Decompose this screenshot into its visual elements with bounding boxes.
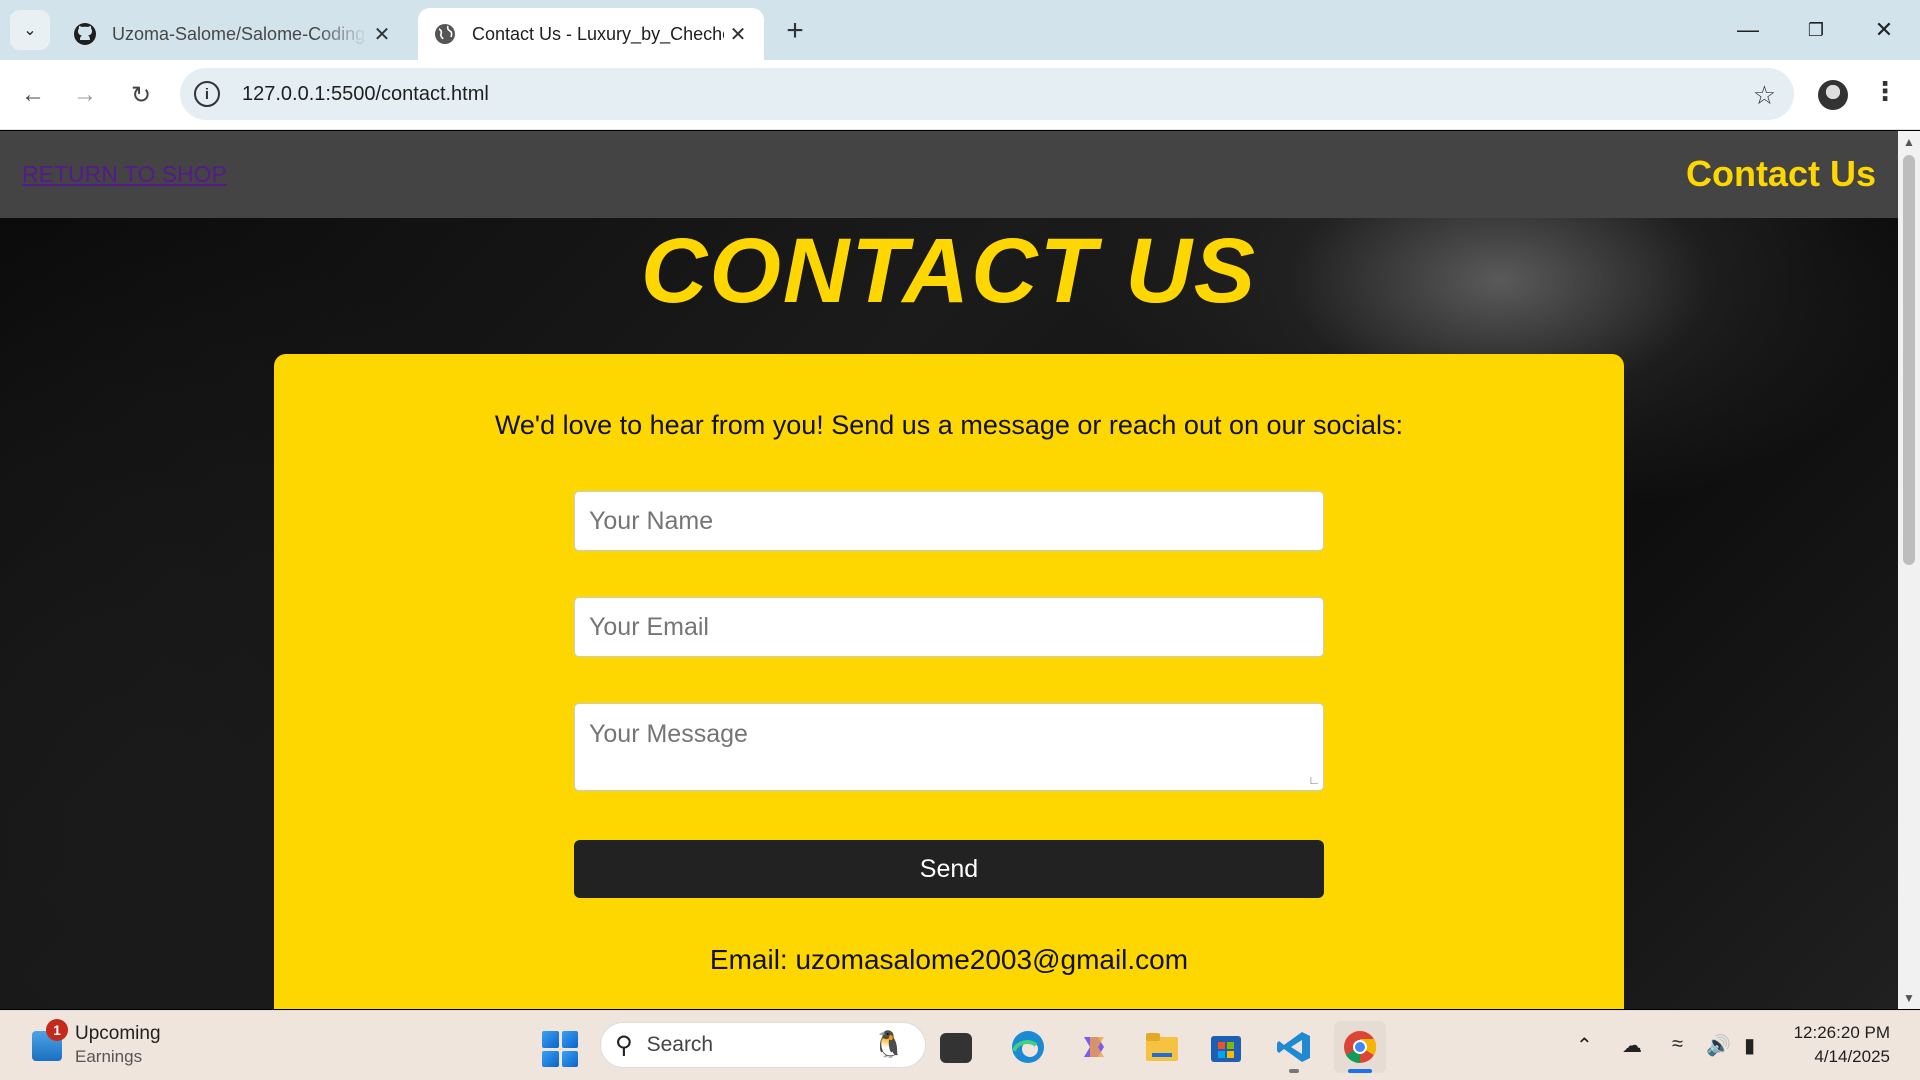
forward-arrow-icon[interactable]: → [64, 74, 106, 116]
puffin-icon: 🐧 [872, 1029, 905, 1059]
bookmark-star-icon[interactable]: ☆ [1753, 80, 1776, 111]
close-icon[interactable]: ✕ [724, 20, 752, 48]
copilot-icon[interactable] [1074, 1027, 1114, 1067]
chrome-icon[interactable] [1334, 1021, 1386, 1073]
github-icon [72, 21, 98, 47]
close-icon[interactable]: ✕ [368, 20, 396, 48]
chrome-active-indicator [1348, 1069, 1372, 1073]
page-scrollbar[interactable]: ▲ ▼ [1898, 131, 1920, 1009]
send-button[interactable]: Send [574, 840, 1324, 898]
email-input[interactable]: Your Email [574, 597, 1324, 657]
contact-email: Email: uzomasalome2003@gmail.com [709, 944, 1189, 975]
site-info-icon[interactable]: i [194, 81, 220, 107]
browser-toolbar: ← → ↻ i 127.0.0.1:5500/contact.html ☆ ⋮ [0, 60, 1920, 130]
battery-icon[interactable]: ▮ [1744, 1033, 1755, 1058]
clock-date[interactable]: 4/14/2025 [1814, 1047, 1890, 1067]
scroll-up-icon[interactable]: ▲ [1903, 135, 1915, 149]
vscode-running-indicator [1289, 1069, 1299, 1073]
volume-icon[interactable]: 🔊 [1706, 1033, 1731, 1058]
header-title: Contact Us [1685, 153, 1876, 194]
notification-badge: 1 [46, 1019, 68, 1041]
widget-subtitle[interactable]: Earnings [75, 1047, 142, 1067]
tab-title: Uzoma-Salome/Salome-Coding [112, 23, 366, 44]
browser-tab-bar: ⌄ Uzoma-Salome/Salome-Coding ✕ Contact U… [0, 0, 1920, 60]
onedrive-icon[interactable]: ☁ [1622, 1033, 1642, 1058]
chevron-down-icon: ⌄ [23, 22, 37, 39]
vscode-icon[interactable] [1274, 1027, 1314, 1067]
globe-icon [432, 21, 458, 47]
taskbar-search[interactable]: ⚲ Search 🐧 [600, 1022, 926, 1068]
tab-github[interactable]: Uzoma-Salome/Salome-Coding ✕ [58, 8, 408, 60]
back-arrow-icon[interactable]: ← [12, 74, 54, 116]
message-textarea[interactable]: Your Message ∟ [574, 703, 1324, 791]
minimize-button[interactable]: — [1718, 8, 1778, 52]
scrollbar-thumb[interactable] [1903, 155, 1915, 565]
page-viewport: RETURN TO SHOP Contact Us CONTACT US We'… [0, 131, 1898, 1009]
name-input[interactable]: Your Name [574, 491, 1324, 551]
return-to-shop-link[interactable]: RETURN TO SHOP [22, 161, 227, 188]
reload-icon[interactable]: ↻ [120, 74, 162, 116]
contact-card: We'd love to hear from you! Send us a me… [274, 354, 1624, 1009]
site-header: RETURN TO SHOP Contact Us [0, 131, 1898, 218]
tab-search-button[interactable]: ⌄ [10, 10, 50, 50]
profile-avatar[interactable] [1818, 80, 1848, 110]
intro-text: We'd love to hear from you! Send us a me… [494, 410, 1404, 440]
edge-icon[interactable] [1008, 1027, 1048, 1067]
search-label: Search [646, 1033, 714, 1056]
clock-time[interactable]: 12:26:20 PM [1794, 1023, 1890, 1043]
windows-start-icon[interactable] [542, 1031, 578, 1067]
microsoft-store-icon[interactable] [1206, 1027, 1246, 1067]
page-title: CONTACT US [640, 220, 1258, 322]
search-icon: ⚲ [615, 1031, 633, 1059]
widget-title[interactable]: Upcoming [75, 1023, 161, 1045]
message-placeholder: Your Message [589, 720, 748, 748]
new-tab-button[interactable]: + [778, 14, 812, 48]
window-close-button[interactable]: ✕ [1854, 8, 1914, 52]
address-bar[interactable]: i 127.0.0.1:5500/contact.html ☆ [180, 68, 1794, 120]
resize-handle-icon[interactable]: ∟ [1308, 773, 1320, 787]
tab-title: Contact Us - Luxury_by_Cheche [472, 23, 724, 44]
chevron-up-icon[interactable]: ⌃ [1576, 1033, 1593, 1058]
task-view-icon[interactable] [940, 1033, 972, 1063]
restore-button[interactable]: ❐ [1786, 8, 1846, 52]
wifi-icon[interactable]: ≈ [1672, 1033, 1683, 1056]
email-placeholder: Your Email [589, 612, 709, 641]
scroll-down-icon[interactable]: ▼ [1903, 991, 1915, 1005]
windows-taskbar: 1 Upcoming Earnings ⚲ Search 🐧 ⌃ ☁ ≈ 🔊 ▮… [0, 1010, 1920, 1080]
name-placeholder: Your Name [589, 506, 714, 535]
menu-dots-icon[interactable]: ⋮ [1872, 76, 1898, 107]
file-explorer-icon[interactable] [1142, 1027, 1182, 1067]
tab-contact-us[interactable]: Contact Us - Luxury_by_Cheche ✕ [418, 8, 764, 60]
url-text[interactable]: 127.0.0.1:5500/contact.html [242, 83, 489, 106]
